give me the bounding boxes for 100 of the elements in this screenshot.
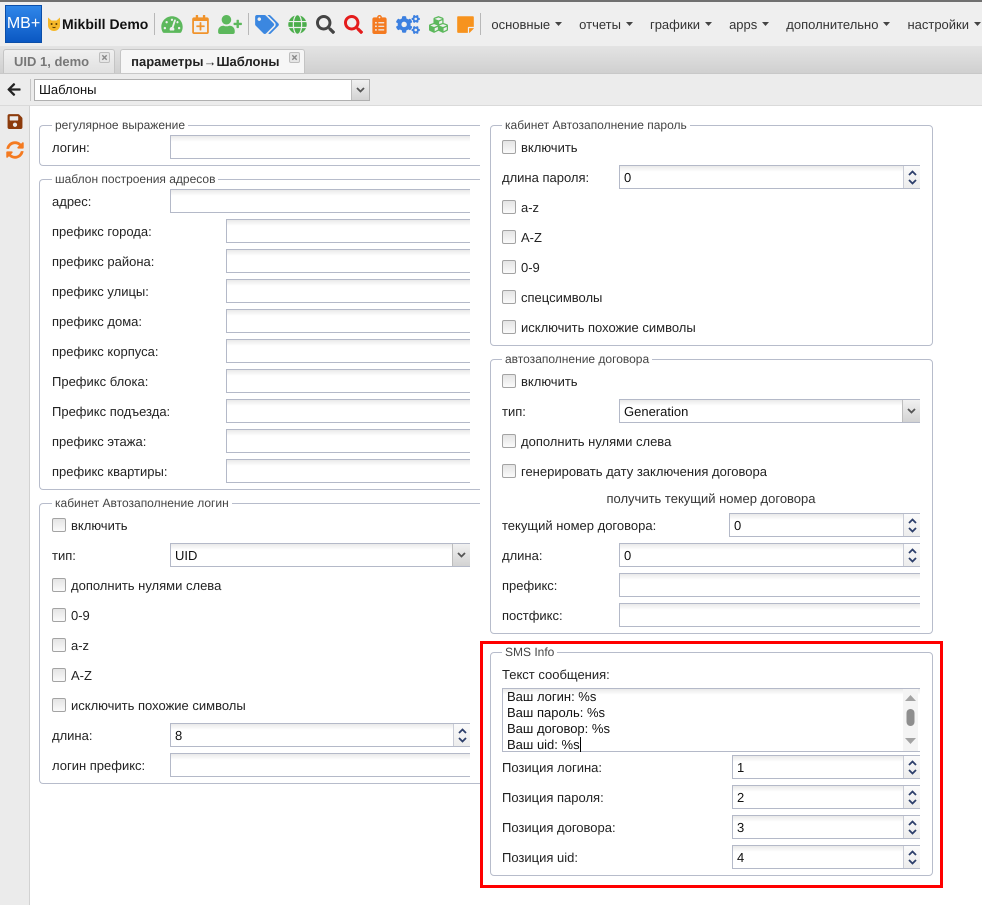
text-input[interactable] [226, 399, 470, 423]
checkbox[interactable] [502, 260, 516, 274]
dropdown-button[interactable] [902, 400, 920, 422]
chevron-down-icon[interactable] [908, 178, 916, 184]
spin-control[interactable] [903, 816, 920, 838]
menu-item[interactable]: дополнительно [786, 16, 890, 32]
search-icon[interactable] [316, 14, 336, 34]
chevron-down-icon[interactable] [908, 858, 916, 864]
menu-item[interactable]: отчеты [579, 16, 633, 32]
chevron-down-icon[interactable] [907, 408, 916, 414]
page-select[interactable]: Шаблоны [34, 78, 370, 100]
checkbox[interactable] [52, 638, 66, 652]
spin-control[interactable] [903, 756, 920, 778]
chevron-up-icon[interactable] [908, 170, 916, 176]
checkbox[interactable] [52, 608, 66, 622]
text-input[interactable] [170, 189, 470, 213]
brand-name[interactable]: Mikbill Demo [62, 16, 148, 32]
select-field[interactable]: UID [170, 543, 470, 567]
chevron-down-icon[interactable] [908, 768, 916, 774]
number-input[interactable]: 3 [732, 815, 920, 839]
chevron-up-icon[interactable] [908, 548, 916, 554]
tags-icon[interactable] [255, 14, 280, 34]
checkbox[interactable] [52, 668, 66, 682]
scrollbar[interactable] [903, 689, 918, 751]
spin-control[interactable] [903, 544, 920, 566]
spin-control[interactable] [453, 724, 470, 746]
text-input[interactable] [619, 573, 920, 597]
chevron-down-icon[interactable] [908, 798, 916, 804]
tab[interactable]: параметры→Шаблоны [120, 49, 306, 73]
field-label: префикс улицы: [52, 284, 149, 298]
chevron-down-icon[interactable] [908, 526, 916, 532]
text-input[interactable] [226, 369, 470, 393]
text-input[interactable] [170, 753, 470, 777]
checkbox[interactable] [52, 698, 66, 712]
note-icon[interactable] [457, 14, 474, 34]
chevron-down-icon[interactable] [356, 86, 365, 92]
clipboard-list-icon[interactable] [372, 14, 388, 34]
menu-item[interactable]: apps [729, 16, 770, 32]
number-input[interactable]: 0 [619, 543, 920, 567]
number-input[interactable]: 0 [729, 513, 920, 537]
calendar-plus-icon[interactable] [192, 14, 210, 34]
close-icon[interactable] [99, 52, 110, 63]
spin-control[interactable] [903, 514, 920, 536]
text-input[interactable] [226, 309, 470, 333]
chevron-down-icon[interactable] [908, 828, 916, 834]
checkbox[interactable] [502, 464, 516, 478]
text-input[interactable] [226, 249, 470, 273]
chevron-down-icon[interactable] [458, 736, 466, 742]
message-textarea[interactable]: Ваш логин: %s Ваш пароль: %s Ваш договор: %s Ваш uid: %s [502, 688, 920, 752]
number-input[interactable]: 8 [170, 723, 470, 747]
save-icon[interactable] [6, 113, 22, 130]
chevron-up-icon[interactable] [908, 820, 916, 826]
checkbox[interactable] [502, 320, 516, 334]
add-user-icon[interactable] [218, 14, 242, 34]
chevron-up-icon[interactable] [908, 790, 916, 796]
text-input[interactable] [170, 135, 470, 159]
checkbox[interactable] [502, 290, 516, 304]
refresh-icon[interactable] [6, 141, 24, 159]
checkbox[interactable] [502, 434, 516, 448]
dropdown-button[interactable] [452, 544, 470, 566]
text-input[interactable] [619, 603, 920, 627]
spin-control[interactable] [903, 846, 920, 868]
text-input[interactable] [226, 279, 470, 303]
spin-control[interactable] [903, 166, 920, 188]
gears-icon[interactable] [396, 14, 420, 34]
select-field[interactable]: Generation [619, 399, 920, 423]
dropdown-button[interactable] [351, 80, 369, 100]
chevron-down-icon[interactable] [457, 552, 466, 558]
number-input[interactable]: 2 [732, 785, 920, 809]
close-icon[interactable] [289, 52, 300, 63]
logo[interactable]: MB+ [5, 5, 42, 43]
chevron-up-icon[interactable] [458, 728, 466, 734]
chevron-up-icon[interactable] [908, 850, 916, 856]
menu-item[interactable]: настройки [907, 16, 982, 32]
menu-item[interactable]: основные [491, 16, 562, 32]
globe-icon[interactable] [288, 14, 308, 34]
text-input[interactable] [226, 459, 470, 483]
checkbox[interactable] [502, 140, 516, 154]
menu-item[interactable]: графики [650, 16, 712, 32]
search-icon[interactable] [344, 14, 364, 34]
chevron-up-icon[interactable] [908, 518, 916, 524]
number-input[interactable]: 0 [619, 165, 920, 189]
checkbox-label: исключить похожие символы [71, 698, 246, 712]
number-input[interactable]: 4 [732, 845, 920, 869]
chevron-down-icon[interactable] [908, 556, 916, 562]
text-input[interactable] [226, 339, 470, 363]
checkbox[interactable] [52, 578, 66, 592]
number-input[interactable]: 1 [732, 755, 920, 779]
gauge-icon[interactable] [161, 14, 184, 34]
checkbox[interactable] [502, 230, 516, 244]
checkbox[interactable] [502, 200, 516, 214]
spin-control[interactable] [903, 786, 920, 808]
chevron-up-icon[interactable] [908, 760, 916, 766]
cubes-icon[interactable] [429, 14, 448, 34]
back-arrow-icon[interactable] [6, 82, 22, 97]
tab[interactable]: UID 1, demo [3, 49, 116, 73]
text-input[interactable] [226, 219, 470, 243]
text-input[interactable] [226, 429, 470, 453]
checkbox[interactable] [502, 374, 516, 388]
checkbox[interactable] [52, 518, 66, 532]
